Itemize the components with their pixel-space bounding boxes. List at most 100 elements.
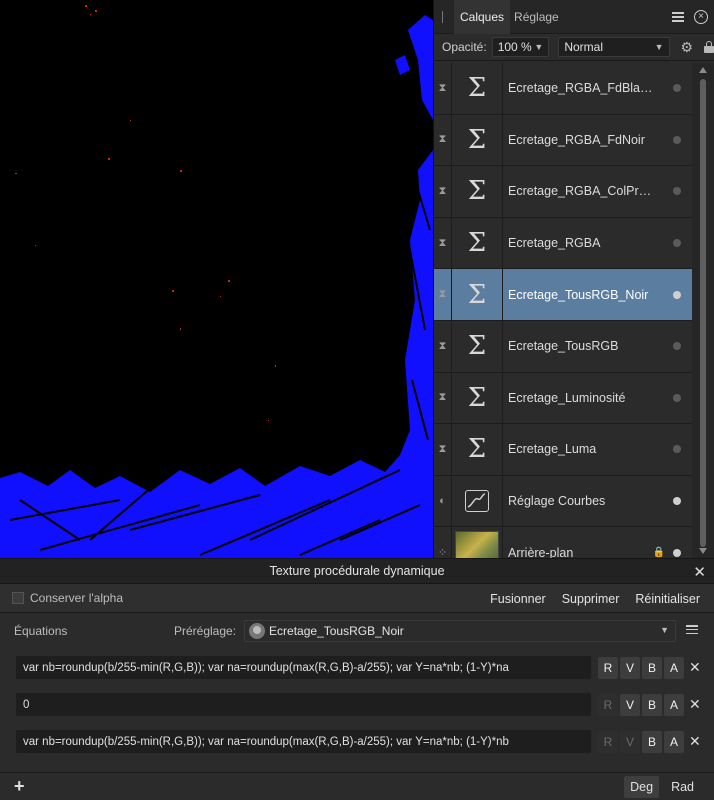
live-filter-icon: ⧗ (434, 320, 452, 372)
visibility-toggle[interactable] (673, 497, 681, 506)
channel-b-button[interactable]: B (642, 693, 662, 716)
layer-thumbnail[interactable]: Σ (452, 63, 503, 114)
document-canvas[interactable] (0, 0, 433, 558)
equation-input[interactable]: 0 (15, 692, 592, 717)
live-filter-icon: ⧗ (434, 114, 452, 166)
visibility-toggle[interactable] (673, 548, 681, 557)
user-preset-icon (249, 623, 266, 639)
visibility-toggle[interactable] (673, 445, 681, 454)
channel-a-button[interactable]: A (664, 693, 684, 716)
layer-thumbnail[interactable]: Σ (452, 166, 503, 217)
layer-thumbnail[interactable] (452, 475, 503, 527)
scroll-down-icon[interactable] (699, 548, 707, 554)
channel-v-button[interactable]: V (620, 730, 640, 753)
preset-value: Ecretage_TousRGB_Noir (269, 624, 404, 638)
equation-input[interactable]: var nb=roundup(b/255-min(R,G,B)); var na… (15, 729, 592, 754)
layers-scrollbar[interactable] (692, 63, 714, 558)
visibility-toggle[interactable] (673, 342, 681, 351)
preset-label: Préréglage: (174, 624, 237, 638)
panel-close-icon[interactable]: × (694, 10, 708, 24)
delete-button[interactable]: Supprimer (562, 592, 620, 606)
channel-v-button[interactable]: V (620, 656, 640, 679)
layer-name[interactable]: Ecretage_RGBA_FdBla… (503, 81, 673, 95)
panel-tab-bar: Calques Réglage × (434, 0, 714, 34)
channel-r-button[interactable]: R (598, 656, 618, 679)
channel-a-button[interactable]: A (664, 656, 684, 679)
layer-row[interactable]: ◐ Réglage Courbes (434, 475, 693, 528)
opacity-label: Opacité: (442, 40, 487, 54)
panel-menu-icon[interactable] (672, 12, 684, 22)
layer-thumbnail[interactable]: Σ (452, 269, 503, 320)
scroll-up-icon[interactable] (699, 67, 707, 73)
layer-name[interactable]: Arrière-plan (503, 546, 653, 558)
layer-name[interactable]: Ecretage_RGBA_ColPr… (503, 184, 673, 198)
gear-icon[interactable]: ⚙ (681, 39, 694, 56)
live-filter-icon: ⧗ (434, 63, 452, 114)
tab-calques[interactable]: Calques (454, 0, 511, 34)
layer-options-bar: Opacité: 100 % ▼ Normal ▼ ⚙ (434, 34, 714, 61)
layer-thumbnail[interactable]: Σ (452, 372, 503, 424)
layer-name[interactable]: Ecretage_RGBA (503, 236, 673, 250)
merge-button[interactable]: Fusionner (490, 592, 546, 606)
live-filter-icon: ⧗ (434, 217, 452, 269)
lock-icon[interactable] (704, 41, 714, 53)
remove-equation-icon[interactable]: ✕ (689, 696, 701, 713)
layer-name[interactable]: Ecretage_TousRGB_Noir (503, 288, 673, 302)
add-equation-button[interactable]: + (14, 776, 25, 797)
channel-a-button[interactable]: A (664, 730, 684, 753)
visibility-toggle[interactable] (673, 290, 681, 299)
rad-button[interactable]: Rad (665, 776, 700, 798)
preserve-alpha-label[interactable]: Conserver l'alpha (30, 591, 123, 605)
texture-actions-bar: Conserver l'alpha Fusionner Supprimer Ré… (0, 584, 714, 613)
layer-row[interactable]: ⧗ Σ Ecretage_RGBA (434, 217, 693, 270)
layer-thumbnail[interactable]: Σ (452, 217, 503, 269)
remove-equation-icon[interactable]: ✕ (689, 659, 701, 676)
layer-thumbnail[interactable]: Σ (452, 114, 503, 166)
scroll-thumb[interactable] (700, 79, 706, 547)
visibility-toggle[interactable] (673, 187, 681, 196)
remove-equation-icon[interactable]: ✕ (689, 733, 701, 750)
panel-grip-icon[interactable] (442, 10, 446, 23)
channel-r-button[interactable]: R (598, 693, 618, 716)
sigma-icon: Σ (467, 331, 487, 362)
layer-row[interactable]: ⧗ Σ Ecretage_TousRGB (434, 320, 693, 373)
channel-v-button[interactable]: V (620, 693, 640, 716)
equation-input[interactable]: var nb=roundup(b/255-min(R,G,B)); var na… (15, 655, 592, 680)
reset-button[interactable]: Réinitialiser (635, 592, 700, 606)
visibility-toggle[interactable] (673, 135, 681, 144)
visibility-toggle[interactable] (673, 239, 681, 248)
layer-name[interactable]: Ecretage_TousRGB (503, 339, 673, 353)
close-icon[interactable]: ✕ (693, 563, 706, 581)
layer-row[interactable]: ⧗ Σ Ecretage_TousRGB_Noir (434, 269, 693, 321)
blend-mode-select[interactable]: Normal ▼ (558, 37, 670, 57)
preserve-alpha-checkbox[interactable] (12, 592, 24, 604)
layer-row[interactable]: ⧗ Σ Ecretage_Luma (434, 424, 693, 476)
preset-select[interactable]: Ecretage_TousRGB_Noir ▼ (244, 620, 677, 642)
layer-name[interactable]: Réglage Courbes (503, 494, 673, 508)
sigma-icon: Σ (467, 124, 487, 155)
layer-name[interactable]: Ecretage_Luma (503, 442, 673, 456)
layer-row[interactable]: ⁘ Arrière-plan 🔒 (434, 527, 693, 558)
layer-name[interactable]: Ecretage_RGBA_FdNoir (503, 133, 673, 147)
channel-r-button[interactable]: R (598, 730, 618, 753)
layer-row[interactable]: ⧗ Σ Ecretage_RGBA_ColPr… (434, 166, 693, 218)
visibility-toggle[interactable] (673, 84, 681, 93)
layer-thumbnail[interactable] (452, 527, 503, 558)
live-filter-icon: ⧗ (434, 269, 452, 320)
channel-b-button[interactable]: B (642, 730, 662, 753)
channel-b-button[interactable]: B (642, 656, 662, 679)
layer-row[interactable]: ⧗ Σ Ecretage_RGBA_FdBla… (434, 63, 693, 115)
layer-row[interactable]: ⧗ Σ Ecretage_RGBA_FdNoir (434, 114, 693, 167)
equation-row: 0 R V B A ✕ (0, 686, 714, 723)
visibility-toggle[interactable] (673, 393, 681, 402)
layer-thumbnail[interactable]: Σ (452, 320, 503, 372)
preset-menu-icon[interactable] (686, 625, 698, 634)
layer-thumbnail[interactable]: Σ (452, 424, 503, 475)
lock-icon[interactable]: 🔒 (653, 547, 665, 558)
tab-reglage[interactable]: Réglage (510, 0, 563, 34)
opacity-select[interactable]: 100 % ▼ (491, 37, 550, 57)
deg-button[interactable]: Deg (624, 776, 660, 798)
layer-row[interactable]: ⧗ Σ Ecretage_Luminosité (434, 372, 693, 425)
layer-name[interactable]: Ecretage_Luminosité (503, 391, 673, 405)
adjustment-icon: ◐ (434, 475, 452, 527)
